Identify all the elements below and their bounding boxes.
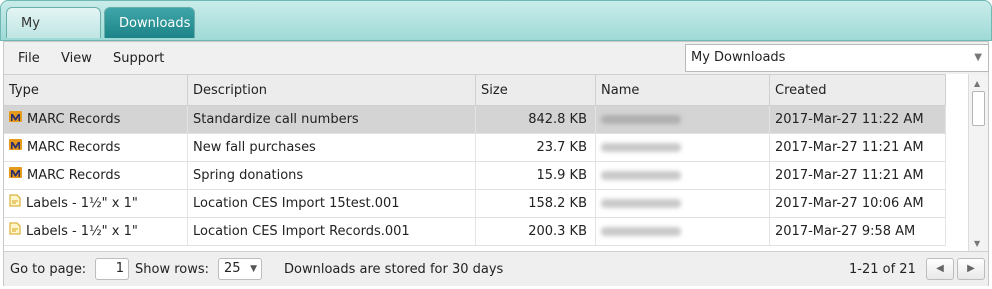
tab-bar: My Records Downloads bbox=[0, 0, 992, 62]
cell-description: Standardize call numbers bbox=[188, 106, 476, 133]
cell-size: 842.8 KB bbox=[476, 106, 596, 133]
downloads-view-value: My Downloads bbox=[691, 50, 786, 65]
cell-type-text: MARC Records bbox=[27, 112, 121, 127]
menu-bar: File View Support My Downloads ▼ bbox=[4, 42, 989, 74]
vertical-scrollbar[interactable]: ▲ ▼ bbox=[968, 74, 988, 251]
cell-type-text: Labels - 1½" x 1" bbox=[26, 224, 138, 239]
cell-type: MARC Records bbox=[4, 106, 188, 133]
storage-note: Downloads are stored for 30 days bbox=[284, 262, 504, 277]
column-header-created[interactable]: Created bbox=[770, 75, 946, 106]
cell-name-redacted bbox=[596, 134, 770, 161]
menu-view[interactable]: View bbox=[61, 51, 92, 66]
table-row[interactable]: Labels - 1½" x 1" Location CES Import Rec… bbox=[4, 218, 946, 246]
redacted-name bbox=[601, 171, 681, 180]
cell-size: 23.7 KB bbox=[476, 134, 596, 161]
menu-support[interactable]: Support bbox=[113, 51, 164, 66]
downloads-table: Type Description Size Name Created MARC … bbox=[4, 74, 968, 251]
marc-records-icon bbox=[9, 106, 22, 133]
cell-type: Labels - 1½" x 1" bbox=[4, 190, 188, 217]
label-icon bbox=[9, 218, 21, 245]
menu-file[interactable]: File bbox=[18, 51, 40, 66]
redacted-name bbox=[601, 227, 681, 236]
chevron-down-icon: ▼ bbox=[250, 264, 257, 274]
redacted-name bbox=[601, 143, 681, 152]
cell-name-redacted bbox=[596, 218, 770, 245]
cell-description: Location CES Import Records.001 bbox=[188, 218, 476, 245]
cell-description: Spring donations bbox=[188, 162, 476, 189]
show-rows-label: Show rows: bbox=[135, 262, 210, 277]
cell-description: Location CES Import 15test.001 bbox=[188, 190, 476, 217]
cell-created: 2017-Mar-27 11:22 AM bbox=[770, 106, 946, 133]
cell-type-text: Labels - 1½" x 1" bbox=[26, 196, 138, 211]
next-page-button[interactable]: ▶ bbox=[957, 258, 985, 280]
column-header-description[interactable]: Description bbox=[188, 75, 476, 106]
cell-type-text: MARC Records bbox=[27, 168, 121, 183]
chevron-down-icon: ▼ bbox=[974, 52, 982, 63]
redacted-name bbox=[601, 115, 681, 124]
cell-type: Labels - 1½" x 1" bbox=[4, 218, 188, 245]
cell-type: MARC Records bbox=[4, 162, 188, 189]
table-row[interactable]: MARC Records Spring donations 15.9 KB 2017-… bbox=[4, 162, 946, 190]
scrollbar-thumb[interactable] bbox=[972, 91, 985, 126]
cell-created: 2017-Mar-27 10:06 AM bbox=[770, 190, 946, 217]
table-footer: Go to page: 1 Show rows: 25 ▼ Downloads … bbox=[4, 251, 988, 286]
previous-page-button[interactable]: ◀ bbox=[926, 258, 954, 280]
goto-page-label: Go to page: bbox=[10, 262, 87, 277]
chevron-left-icon: ◀ bbox=[936, 263, 944, 274]
cell-created: 2017-Mar-27 11:21 AM bbox=[770, 134, 946, 161]
rows-per-page-select[interactable]: 25 ▼ bbox=[218, 258, 262, 280]
cell-size: 200.3 KB bbox=[476, 218, 596, 245]
tab-my-records[interactable]: My Records bbox=[6, 7, 101, 62]
cell-size: 15.9 KB bbox=[476, 162, 596, 189]
scroll-down-icon[interactable]: ▼ bbox=[974, 239, 980, 248]
cell-name-redacted bbox=[596, 190, 770, 217]
table-row[interactable]: MARC Records New fall purchases 23.7 KB 201… bbox=[4, 134, 946, 162]
cell-name-redacted bbox=[596, 106, 770, 133]
column-header-size[interactable]: Size bbox=[476, 75, 596, 106]
label-icon bbox=[9, 190, 21, 217]
cell-size: 158.2 KB bbox=[476, 190, 596, 217]
page-number-input[interactable]: 1 bbox=[95, 258, 129, 280]
pagination-range: 1-21 of 21 bbox=[849, 262, 916, 277]
redacted-name bbox=[601, 199, 681, 208]
tab-downloads[interactable]: Downloads bbox=[104, 7, 195, 38]
downloads-view-select[interactable]: My Downloads ▼ bbox=[685, 44, 989, 72]
downloads-panel: File View Support My Downloads ▼ Type De… bbox=[3, 41, 989, 286]
cell-name-redacted bbox=[596, 162, 770, 189]
cell-created: 2017-Mar-27 11:21 AM bbox=[770, 162, 946, 189]
marc-records-icon bbox=[9, 134, 22, 161]
chevron-right-icon: ▶ bbox=[967, 263, 975, 274]
rows-per-page-value: 25 bbox=[224, 261, 241, 276]
marc-records-icon bbox=[9, 162, 22, 189]
column-header-type[interactable]: Type bbox=[4, 75, 188, 106]
table-row[interactable]: Labels - 1½" x 1" Location CES Import 15t… bbox=[4, 190, 946, 218]
table-row[interactable]: MARC Records Standardize call numbers 842.… bbox=[4, 106, 946, 134]
cell-created: 2017-Mar-27 9:58 AM bbox=[770, 218, 946, 245]
table-header: Type Description Size Name Created bbox=[4, 74, 946, 106]
cell-type: MARC Records bbox=[4, 134, 188, 161]
column-header-name[interactable]: Name bbox=[596, 75, 770, 106]
cell-description: New fall purchases bbox=[188, 134, 476, 161]
cell-type-text: MARC Records bbox=[27, 140, 121, 155]
scroll-up-icon[interactable]: ▲ bbox=[974, 79, 980, 88]
